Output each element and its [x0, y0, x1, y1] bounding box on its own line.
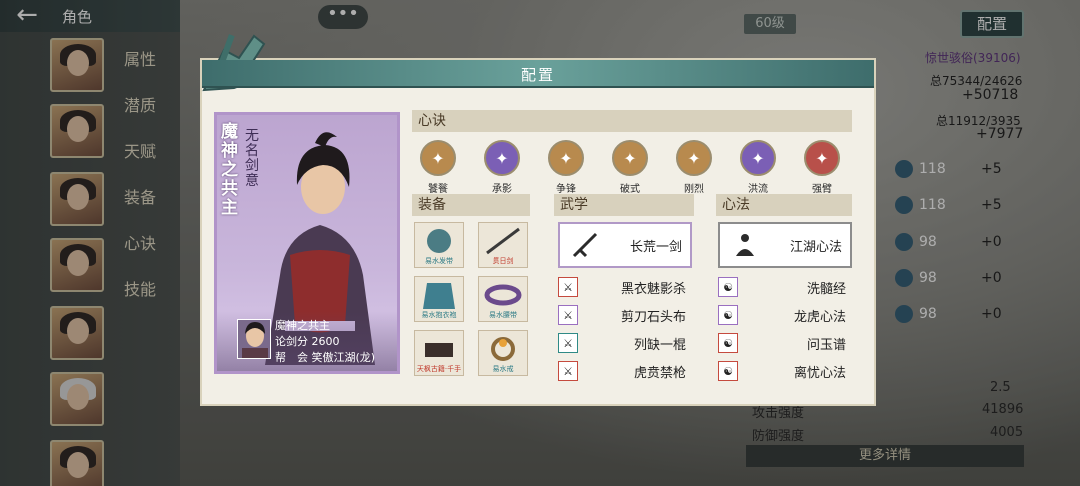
meditation-icon: ☯ [718, 277, 738, 297]
skill-icon: ✦ [804, 140, 840, 176]
section-xinjue: 心诀 [412, 110, 852, 132]
skill-slot[interactable]: ✦ 洪流 [728, 140, 788, 195]
headband-icon [427, 229, 451, 253]
avatar [237, 319, 271, 359]
section-equipment: 装备 [412, 194, 530, 216]
sword-move-icon [572, 232, 598, 258]
character-name: 魔神之共主 [275, 319, 330, 332]
martial-art-item[interactable]: ⚔ 剪刀石头布 [558, 304, 692, 326]
skill-slot[interactable]: ✦ 强臂 [792, 140, 852, 195]
move-icon: ⚔ [558, 305, 578, 325]
inner-art-item[interactable]: ☯ 龙虎心法 [718, 304, 852, 326]
skill-slot[interactable]: ✦ 饕餮 [408, 140, 468, 195]
equipment-slot[interactable]: 易水发带 [414, 222, 464, 268]
equipment-slot[interactable]: 天枫古籍·千手 [414, 330, 464, 376]
move-icon: ⚔ [558, 361, 578, 381]
martial-art-main[interactable]: 长荒一剑 [558, 222, 692, 268]
skill-icon: ✦ [420, 140, 456, 176]
sword-icon [486, 227, 520, 255]
config-modal: 配置 魔神之共主 无名剑意 魔神之共主 论剑分 2600 帮 会 笑傲江湖(龙)… [200, 34, 876, 406]
modal-title: 配置 [520, 66, 555, 84]
skill-icon: ✦ [676, 140, 712, 176]
guild-row: 帮 会 笑傲江湖(龙) [275, 351, 376, 364]
skill-slot[interactable]: ✦ 承影 [472, 140, 532, 195]
meditation-icon: ☯ [718, 305, 738, 325]
skill-icon: ✦ [548, 140, 584, 176]
character-subtitle: 无名剑意 [245, 128, 259, 189]
martial-art-item[interactable]: ⚔ 黑衣魅影杀 [558, 276, 692, 298]
belt-icon [484, 284, 522, 306]
inner-art-item[interactable]: ☯ 问玉谱 [718, 332, 852, 354]
modal-header: 配置 [202, 60, 874, 88]
meditation-icon [736, 234, 754, 256]
equipment-slot[interactable]: 贯日剑 [478, 222, 528, 268]
move-icon: ⚔ [558, 277, 578, 297]
skill-slot[interactable]: ✦ 破式 [600, 140, 660, 195]
section-xinfa: 心法 [716, 194, 852, 216]
skill-icon: ✦ [740, 140, 776, 176]
skill-slot[interactable]: ✦ 刚烈 [664, 140, 724, 195]
score-row: 论剑分 2600 [275, 335, 340, 348]
character-info: 魔神之共主 论剑分 2600 帮 会 笑傲江湖(龙) [217, 311, 397, 371]
skill-icon: ✦ [484, 140, 520, 176]
martial-art-item[interactable]: ⚔ 虎贲禁枪 [558, 360, 692, 382]
meditation-icon: ☯ [718, 333, 738, 353]
character-title: 魔神之共主 [221, 122, 238, 218]
meditation-icon: ☯ [718, 361, 738, 381]
inner-art-item[interactable]: ☯ 离忧心法 [718, 360, 852, 382]
book-icon [425, 343, 453, 357]
equipment-slot[interactable]: 易水腰带 [478, 276, 528, 322]
equipment-slot[interactable]: 易水抱衣袍 [414, 276, 464, 322]
equipment-slot[interactable]: 易水戒 [478, 330, 528, 376]
inner-art-item[interactable]: ☯ 洗髓经 [718, 276, 852, 298]
character-card: 魔神之共主 无名剑意 魔神之共主 论剑分 2600 帮 会 笑傲江湖(龙) [214, 112, 400, 374]
section-wuxue: 武学 [554, 194, 694, 216]
robe-icon [423, 283, 455, 309]
inner-art-main[interactable]: 江湖心法 [718, 222, 852, 268]
skill-slot[interactable]: ✦ 争锋 [536, 140, 596, 195]
move-icon: ⚔ [558, 333, 578, 353]
ring-icon [491, 337, 515, 361]
skill-icon: ✦ [612, 140, 648, 176]
martial-art-item[interactable]: ⚔ 列缺一棍 [558, 332, 692, 354]
